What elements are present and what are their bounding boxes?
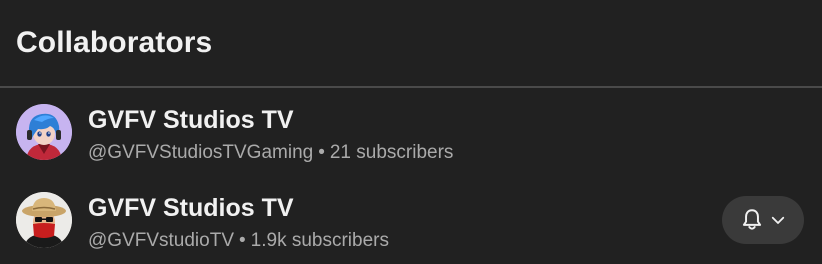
avatar-straw-hat-red-mask-icon: [16, 192, 72, 248]
collaborators-header: Collaborators: [0, 0, 822, 88]
channel-name[interactable]: GVFV Studios TV: [88, 106, 294, 135]
meta-separator: •: [318, 142, 325, 163]
notification-settings-button[interactable]: [722, 196, 804, 244]
bell-icon: [739, 207, 765, 233]
subscriber-count: 1.9k subscribers: [250, 230, 389, 251]
channel-name[interactable]: GVFV Studios TV: [88, 194, 294, 223]
channel-handle: @GVFVstudioTV: [88, 230, 234, 251]
channel-meta: @GVFVStudiosTVGaming • 21 subscribers: [88, 142, 453, 164]
channel-meta: @GVFVstudioTV • 1.9k subscribers: [88, 230, 389, 252]
collaborator-item[interactable]: GVFV Studios TV @GVFVStudiosTVGaming • 21 …: [0, 96, 822, 184]
channel-handle: @GVFVStudiosTVGaming: [88, 142, 314, 163]
collaborators-panel: Collaborators GVFV Studios TV @GVFVStudi…: [0, 0, 822, 264]
meta-separator: •: [239, 230, 246, 251]
chevron-down-icon: [769, 211, 787, 229]
collaborator-item[interactable]: GVFV Studios TV @GVFVstudioTV • 1.9k subsc…: [0, 184, 822, 264]
avatar[interactable]: [16, 192, 72, 248]
avatar[interactable]: [16, 104, 72, 160]
page-title: Collaborators: [16, 26, 213, 59]
subscriber-count: 21 subscribers: [329, 142, 454, 163]
avatar-anime-blue-hair-icon: [16, 104, 72, 160]
